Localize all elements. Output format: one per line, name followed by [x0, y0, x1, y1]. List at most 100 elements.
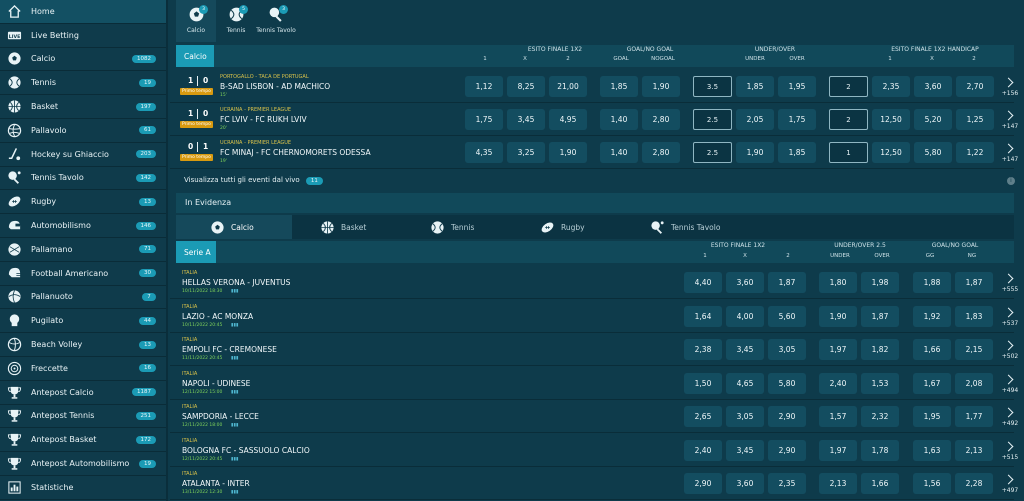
- under-over-line-select[interactable]: 2.5: [693, 109, 732, 130]
- sidebar-item-pallavolo[interactable]: Pallavolo 61: [0, 119, 166, 143]
- odd-handicap-1[interactable]: 2,35: [872, 76, 910, 97]
- odd-1[interactable]: 1,50: [684, 372, 722, 394]
- odd-2[interactable]: 5,80: [768, 372, 806, 394]
- odd-over[interactable]: 2,32: [861, 406, 899, 427]
- chevron-right-icon[interactable]: [1003, 374, 1014, 384]
- odd-ng[interactable]: 2,15: [955, 339, 993, 360]
- sidebar-item-antepost-calcio[interactable]: Antepost Calcio 1187: [0, 381, 166, 405]
- odd-2[interactable]: 4,95: [549, 109, 587, 130]
- sidebar-item-tennis[interactable]: Tennis 19: [0, 71, 166, 96]
- odd-nogoal[interactable]: 2,80: [642, 142, 680, 163]
- chevron-right-icon[interactable]: [1003, 143, 1014, 154]
- odd-nogoal[interactable]: 1,90: [642, 76, 680, 97]
- sidebar-item-statistiche[interactable]: Statistiche: [0, 476, 166, 500]
- odd-1[interactable]: 1,12: [465, 76, 503, 97]
- chevron-right-icon[interactable]: [1003, 340, 1014, 351]
- sidebar-item-beach-volley[interactable]: Beach Volley 13: [0, 333, 166, 357]
- match-name[interactable]: SAMPDORIA - LECCE: [182, 412, 259, 421]
- match-name[interactable]: LAZIO - AC MONZA: [182, 312, 253, 321]
- odd-under[interactable]: 1,97: [819, 339, 857, 360]
- odd-under[interactable]: 2,40: [819, 372, 857, 394]
- info-icon[interactable]: i: [1007, 177, 1015, 185]
- odd-x[interactable]: 3,25: [507, 142, 545, 163]
- featured-event-row[interactable]: ITALIA SAMPDORIA - LECCE 12/11/2022 18:0…: [170, 400, 1018, 433]
- odd-2[interactable]: 21,00: [549, 76, 587, 97]
- stats-icon[interactable]: ▮▮▮: [231, 323, 238, 328]
- sidebar-item-pallamano[interactable]: Pallamano 71: [0, 238, 166, 262]
- odd-over[interactable]: 1,53: [861, 372, 899, 394]
- chevron-right-icon[interactable]: [1003, 77, 1014, 88]
- odd-under[interactable]: 2,13: [819, 473, 857, 494]
- odd-2[interactable]: 5,60: [768, 305, 806, 327]
- odd-1[interactable]: 2,40: [684, 439, 722, 461]
- sidebar-item-hockey-su-ghiaccio[interactable]: Hockey su Ghiaccio 203: [0, 143, 166, 167]
- more-markets-count[interactable]: +147: [999, 123, 1021, 130]
- match-name[interactable]: BOLOGNA FC - SASSUOLO CALCIO: [182, 446, 310, 455]
- sidebar-item-freccette[interactable]: Freccette 16: [0, 357, 166, 381]
- odd-2[interactable]: 1,87: [768, 272, 806, 293]
- odd-x[interactable]: 4,65: [726, 372, 764, 394]
- odd-under[interactable]: 1,90: [819, 305, 857, 327]
- chevron-right-icon[interactable]: [1003, 407, 1014, 418]
- handicap-line-select[interactable]: 2: [829, 76, 868, 97]
- view-all-live-link[interactable]: Visualizza tutti gli eventi dal vivo 11: [184, 176, 323, 185]
- match-name[interactable]: ATALANTA - INTER: [182, 479, 250, 488]
- odd-nogoal[interactable]: 2,80: [642, 109, 680, 130]
- odd-over[interactable]: 1,82: [861, 339, 899, 360]
- sidebar-item-calcio[interactable]: Calcio 1082: [0, 48, 166, 72]
- odd-ng[interactable]: 2,08: [955, 372, 993, 394]
- featured-tab-basket[interactable]: Basket: [320, 215, 366, 239]
- featured-event-row[interactable]: ITALIA BOLOGNA FC - SASSUOLO CALCIO 12/1…: [170, 433, 1018, 467]
- odd-under[interactable]: 1,97: [819, 439, 857, 461]
- odd-1[interactable]: 4,40: [684, 272, 722, 293]
- featured-event-row[interactable]: ITALIA NAPOLI - UDINESE 12/11/2022 15:00…: [170, 366, 1018, 400]
- live-event-row[interactable]: 1 0 Primo tempo UCRAINA - PREMIER LEAGUE…: [170, 103, 1018, 136]
- match-name[interactable]: NAPOLI - UDINESE: [182, 379, 250, 388]
- more-markets-count[interactable]: +497: [999, 487, 1021, 494]
- odd-ng[interactable]: 2,28: [955, 473, 993, 494]
- stats-icon[interactable]: ▮▮▮: [231, 390, 238, 395]
- odd-1[interactable]: 2,90: [684, 473, 722, 494]
- odd-handicap-x[interactable]: 3,60: [914, 76, 952, 97]
- match-name[interactable]: FC LVIV - FC RUKH LVIV: [220, 115, 307, 124]
- match-name[interactable]: EMPOLI FC - CREMONESE: [182, 345, 277, 354]
- odd-under[interactable]: 1,85: [736, 76, 774, 97]
- odd-x[interactable]: 3,60: [726, 473, 764, 494]
- odd-ng[interactable]: 1,77: [955, 406, 993, 427]
- more-markets-count[interactable]: +502: [999, 353, 1021, 360]
- more-markets-count[interactable]: +492: [999, 420, 1021, 427]
- stats-icon[interactable]: ▮▮▮: [231, 289, 238, 294]
- odd-ng[interactable]: 1,87: [955, 272, 993, 293]
- chevron-right-icon[interactable]: [1003, 474, 1014, 485]
- featured-event-row[interactable]: ITALIA ATALANTA - INTER 13/11/2022 12:30…: [170, 467, 1018, 500]
- odd-goal[interactable]: 1,40: [600, 109, 638, 130]
- odd-1[interactable]: 2,65: [684, 406, 722, 427]
- odd-over[interactable]: 1,66: [861, 473, 899, 494]
- odd-2[interactable]: 2,90: [768, 406, 806, 427]
- odd-handicap-2[interactable]: 1,25: [956, 109, 994, 130]
- sidebar-item-antepost-automobilismo[interactable]: Antepost Automobilismo 19: [0, 452, 166, 476]
- match-name[interactable]: HELLAS VERONA - JUVENTUS: [182, 278, 290, 287]
- chevron-right-icon[interactable]: [1003, 441, 1014, 451]
- odd-goal[interactable]: 1,40: [600, 142, 638, 163]
- odd-under[interactable]: 2,05: [736, 109, 774, 130]
- under-over-line-select[interactable]: 2.5: [693, 142, 732, 163]
- sidebar-item-tennis-tavolo[interactable]: Tennis Tavolo 142: [0, 167, 166, 191]
- sidebar-item-automobilismo[interactable]: Automobilismo 146: [0, 214, 166, 238]
- more-markets-count[interactable]: +515: [999, 454, 1021, 461]
- sport-tab-tennis[interactable]: 5 Tennis: [216, 0, 256, 42]
- stats-icon[interactable]: ▮▮▮: [231, 423, 238, 428]
- sidebar-item-basket[interactable]: Basket 197: [0, 95, 166, 119]
- live-event-row[interactable]: 0 1 Primo tempo UCRAINA - PREMIER LEAGUE…: [170, 136, 1018, 169]
- sidebar-item-rugby[interactable]: Rugby 13: [0, 190, 166, 215]
- odd-x[interactable]: 3,45: [726, 439, 764, 461]
- featured-event-row[interactable]: ITALIA HELLAS VERONA - JUVENTUS 10/11/20…: [170, 266, 1018, 299]
- odd-handicap-x[interactable]: 5,20: [914, 109, 952, 130]
- stats-icon[interactable]: ▮▮▮: [231, 457, 238, 462]
- odd-under[interactable]: 1,57: [819, 406, 857, 427]
- sidebar-item-pugilato[interactable]: Pugilato 44: [0, 309, 166, 334]
- odd-over[interactable]: 1,75: [778, 109, 816, 130]
- chevron-right-icon[interactable]: [1003, 110, 1014, 121]
- sidebar-item-live-betting[interactable]: LIVE Live Betting: [0, 24, 166, 48]
- odd-handicap-x[interactable]: 5,80: [914, 142, 952, 163]
